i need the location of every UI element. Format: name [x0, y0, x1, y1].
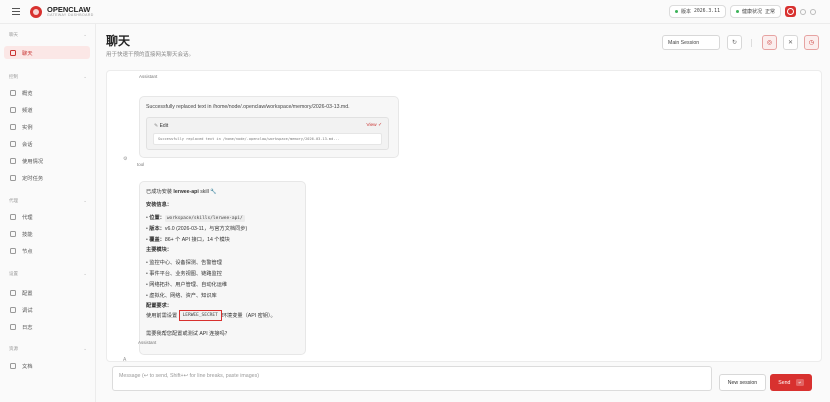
sidebar-item-sessions[interactable]: 会话: [4, 137, 90, 150]
new-session-button[interactable]: New session: [719, 374, 766, 391]
theme-dark-icon[interactable]: [810, 8, 816, 15]
focus-button[interactable]: ◎: [762, 35, 777, 50]
msg-location: 位置：workspace/skills/lerwee-api/: [146, 214, 245, 222]
close-thinking-button[interactable]: ✕: [783, 35, 798, 50]
health-dot-icon: [735, 10, 739, 13]
menu-icon[interactable]: [12, 8, 20, 15]
clock-icon: ◷: [808, 40, 815, 46]
page-title: 聊天: [106, 34, 131, 48]
send-label: Send: [778, 379, 791, 386]
sidebar-group-chat[interactable]: 聊天 ⌄: [9, 32, 87, 38]
brand-name: OPENCLAW: [47, 4, 91, 14]
overview-icon: [10, 89, 16, 96]
sidebar: 聊天 ⌄ 聊天 控制 ⌄ 概览 频道 实例 会话 使用情况 定时任务 代理 ⌄ 代理 …: [0, 24, 96, 402]
msg-coverage: 覆盖：86+ 个 API 接口，14 个模块: [146, 236, 230, 243]
sidebar-item-chat[interactable]: 聊天: [4, 46, 90, 59]
sidebar-group-resources[interactable]: 资源 ⌄: [9, 346, 87, 352]
tool-card-view-link[interactable]: View ✓: [366, 123, 382, 128]
theme-system-icon[interactable]: [785, 6, 796, 17]
openclaw-logo: [30, 5, 42, 18]
tool-result-bubble: Successfully replaced text in /home/node…: [139, 96, 399, 158]
tool-avatar-icon: ⚙: [123, 156, 128, 162]
msg-module-item: 事件平台、业务视图、链路监控: [146, 270, 222, 277]
sidebar-item-skills[interactable]: 技能: [4, 227, 90, 240]
bug-icon: [10, 306, 16, 313]
session-select[interactable]: Main Session: [662, 35, 720, 50]
msg-module-item: 虚拟化、网络、资产、知识库: [146, 292, 216, 299]
tool-card: Edit View ✓ Successfully replaced text i…: [146, 117, 389, 150]
zap-icon: [10, 230, 16, 237]
sidebar-item-nodes[interactable]: 节点: [4, 244, 90, 257]
top-bar: OPENCLAW GATEWAY DASHBOARD 版本 2026.3.11 …: [0, 0, 830, 24]
assistant-role-label-bottom: Assistant: [138, 340, 157, 345]
tool-role-label: tool: [137, 162, 145, 167]
msg-module-item: 监控中心、设备探测、告警管理: [146, 259, 222, 266]
chart-icon: [10, 157, 16, 164]
sidebar-group-settings[interactable]: 设置 ⌄: [9, 271, 87, 277]
sidebar-group-control[interactable]: 控制 ⌄: [9, 74, 87, 80]
refresh-icon: ↻: [731, 40, 738, 46]
send-button[interactable]: Send ↵: [770, 374, 812, 391]
history-button[interactable]: ◷: [804, 35, 819, 50]
sidebar-item-agents[interactable]: 代理: [4, 210, 90, 223]
radio-icon: [10, 123, 16, 130]
tool-result-text: Successfully replaced text in /home/node…: [146, 104, 350, 110]
clock-icon: [10, 174, 16, 181]
assistant-role-label: Assistant: [139, 74, 158, 79]
refresh-button[interactable]: ↻: [727, 35, 742, 50]
brand: OPENCLAW GATEWAY DASHBOARD: [47, 4, 94, 18]
close-icon: ✕: [787, 40, 794, 46]
brand-subtitle: GATEWAY DASHBOARD: [47, 13, 94, 17]
enter-key-icon: ↵: [796, 379, 804, 386]
msg-version: 版本：v6.0 (2026-03-11，与官方文档同步): [146, 225, 247, 232]
sidebar-item-logs[interactable]: 日志: [4, 320, 90, 333]
sidebar-group-agent[interactable]: 代理 ⌄: [9, 198, 87, 204]
monitor-icon: [10, 247, 16, 254]
log-icon: [10, 323, 16, 330]
sidebar-item-channels[interactable]: 频道: [4, 103, 90, 116]
msg-question: 需要我帮您配置或测试 API 连接吗？: [146, 331, 230, 337]
sidebar-item-docs[interactable]: 文档: [4, 359, 90, 372]
health-label: 健康状况: [741, 9, 762, 15]
theme-light-icon[interactable]: [800, 8, 806, 15]
tool-card-label: Edit: [154, 123, 169, 129]
highlighted-env-var: LERWEE_SECRET: [178, 310, 222, 321]
msg-modules-title: 主要模块：: [146, 247, 172, 253]
msg-config-line: 使用前需设置 LERWEE_SECRET 环境变量（API 密钥）。: [146, 310, 276, 321]
toolbar-divider: [751, 39, 752, 47]
assistant-avatar: A: [123, 357, 127, 363]
target-icon: ◎: [766, 40, 773, 46]
version-value: 2026.3.11: [693, 9, 720, 14]
sidebar-item-config[interactable]: 配置: [4, 286, 90, 299]
assistant-message-bubble: 已成功安装 lerwee-api skill 🔧 安装信息： 位置：worksp…: [139, 181, 306, 355]
main-content: 聊天 用于快速干预的直接网关聊天会话。 Main Session ↻ ◎ ✕ ◷…: [97, 24, 830, 402]
gear-icon: [10, 289, 16, 296]
version-label: 版本: [680, 9, 691, 15]
sidebar-item-cron[interactable]: 定时任务: [4, 171, 90, 184]
message-input[interactable]: Message (↩ to send, Shift+↩ for line bre…: [112, 366, 712, 391]
book-icon: [10, 362, 16, 369]
health-value: 正常: [764, 9, 775, 15]
msg-module-item: 网络拓扑、用户管理、自动化运维: [146, 281, 227, 288]
page-subtitle: 用于快速干预的直接网关聊天会话。: [106, 52, 195, 58]
sidebar-item-instances[interactable]: 实例: [4, 120, 90, 133]
version-pill: 版本 2026.3.11: [668, 5, 726, 18]
msg-install-title: 安装信息：: [146, 202, 172, 208]
tool-card-output: Successfully replaced text in /home/node…: [153, 133, 382, 145]
msg-line-installed: 已成功安装 lerwee-api skill 🔧: [146, 189, 217, 195]
chat-thread[interactable]: Assistant Successfully replaced text in …: [106, 70, 822, 363]
sidebar-item-debug[interactable]: 调试: [4, 303, 90, 316]
folder-icon: [10, 213, 16, 220]
chat-icon: [10, 49, 16, 56]
file-icon: [10, 140, 16, 147]
sidebar-item-usage[interactable]: 使用情况: [4, 154, 90, 167]
status-dot-icon: [674, 10, 678, 13]
sidebar-item-overview[interactable]: 概览: [4, 86, 90, 99]
msg-config-title: 配置要求：: [146, 303, 172, 309]
health-pill: 健康状况 正常: [729, 5, 781, 18]
link-icon: [10, 106, 16, 113]
